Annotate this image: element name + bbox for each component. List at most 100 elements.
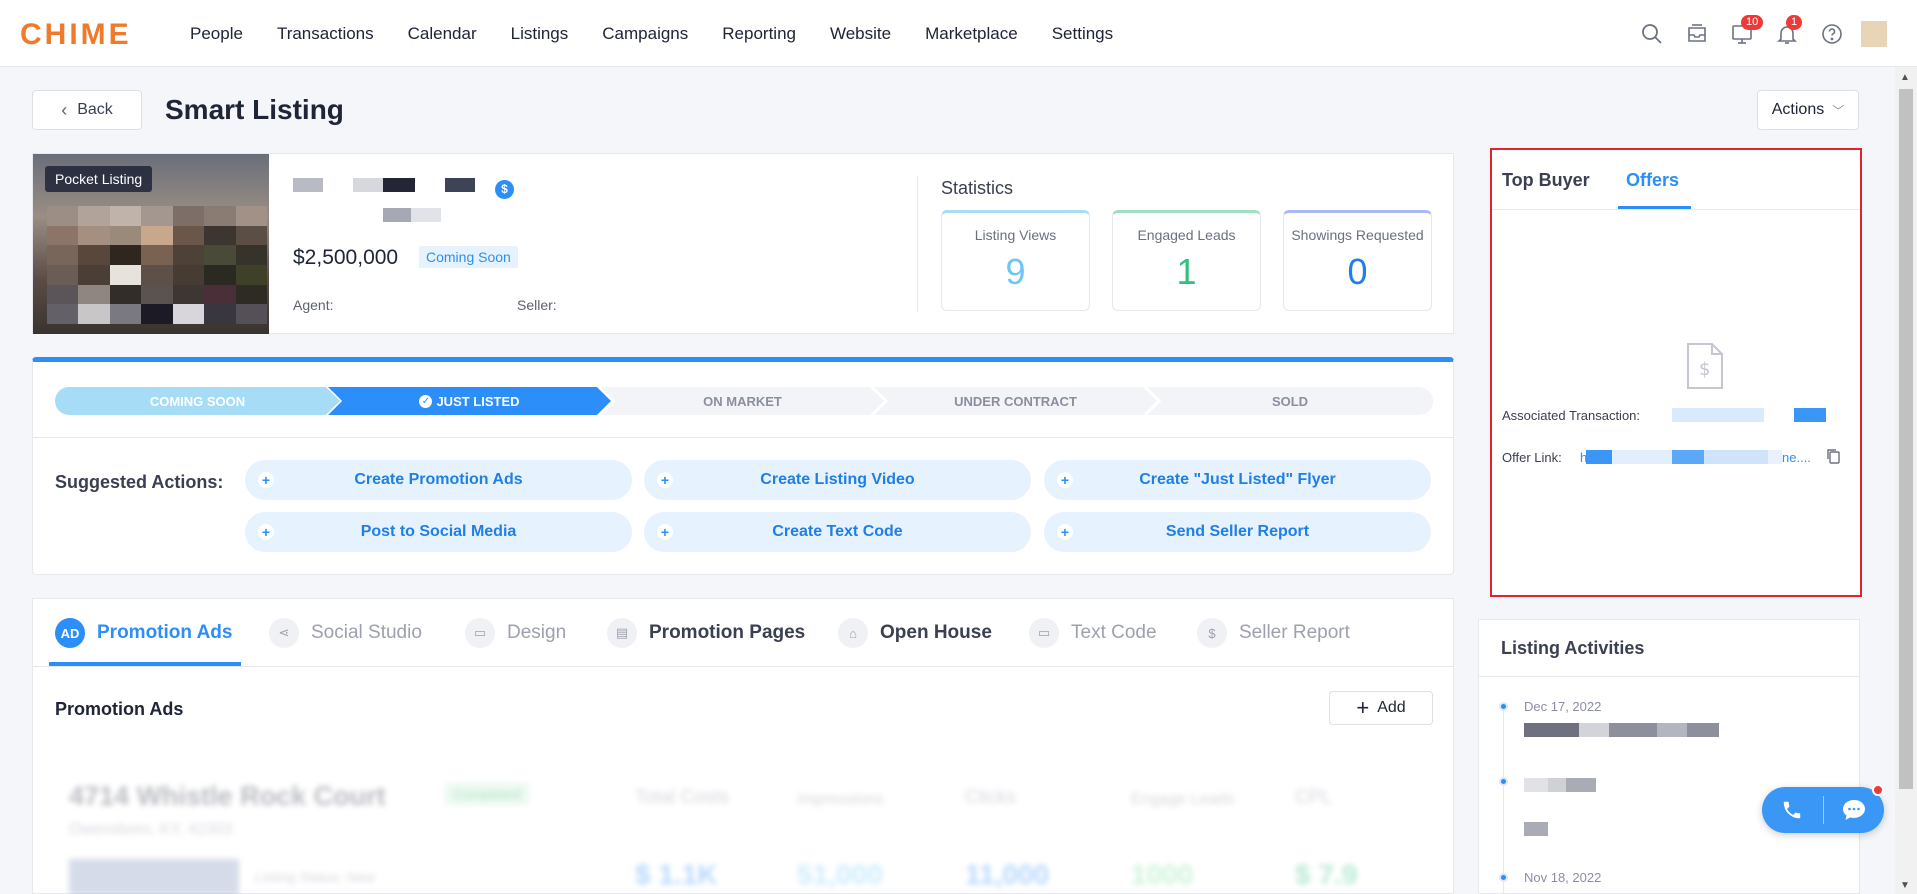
- tab-design[interactable]: ▭ Design: [465, 613, 566, 653]
- scroll-down-arrow[interactable]: ▼: [1900, 880, 1910, 891]
- actions-dropdown[interactable]: Actions ﹀: [1757, 90, 1859, 130]
- actions-label: Actions: [1771, 101, 1825, 118]
- document-dollar-icon: $: [1684, 342, 1726, 395]
- create-just-listed-flyer-button[interactable]: + Create "Just Listed" Flyer: [1044, 460, 1431, 500]
- redacted-transaction[interactable]: [1672, 408, 1764, 422]
- check-icon: ✓: [419, 394, 433, 408]
- tab-seller-report[interactable]: $ Seller Report: [1197, 613, 1350, 653]
- folder-icon: ▭: [465, 618, 495, 648]
- redacted-address: [293, 178, 323, 192]
- stage-just-listed[interactable]: ✓ JUST LISTED: [328, 387, 611, 415]
- tab-label: Open House: [880, 622, 992, 643]
- inbox-icon[interactable]: [1681, 18, 1713, 50]
- create-text-code-button[interactable]: + Create Text Code: [644, 512, 1031, 552]
- page-scrollbar[interactable]: ▲ ▼: [1895, 67, 1917, 894]
- scroll-thumb[interactable]: [1899, 89, 1913, 789]
- nav-calendar[interactable]: Calendar: [408, 24, 477, 44]
- redacted-link: [1612, 450, 1672, 464]
- bell-icon[interactable]: 1: [1771, 15, 1803, 50]
- tab-promotion-ads[interactable]: AD Promotion Ads: [55, 613, 232, 653]
- house-icon: ⌂: [838, 618, 868, 648]
- stage-label: SOLD: [1271, 393, 1309, 409]
- tab-offers[interactable]: Offers: [1626, 170, 1679, 191]
- plus-icon: +: [258, 524, 274, 540]
- col-header: Impressions: [797, 791, 884, 808]
- tab-label: Text Code: [1071, 622, 1157, 643]
- stage-under-contract[interactable]: UNDER CONTRACT: [874, 387, 1157, 415]
- send-seller-report-button[interactable]: + Send Seller Report: [1044, 512, 1431, 552]
- listing-status-text: Listing Status: New: [255, 869, 375, 885]
- listing-photo[interactable]: Pocket Listing: [33, 154, 269, 334]
- activity-date: Dec 17, 2022: [1524, 699, 1602, 714]
- stage-coming-soon[interactable]: COMING SOON: [55, 387, 340, 415]
- redacted-link: [1768, 450, 1782, 464]
- create-promotion-ads-button[interactable]: + Create Promotion Ads: [245, 460, 632, 500]
- redacted-activity: [1657, 723, 1687, 737]
- post-to-social-media-button[interactable]: + Post to Social Media: [245, 512, 632, 552]
- stage-sold[interactable]: SOLD: [1147, 387, 1433, 415]
- suggested-actions-label: Suggested Actions:: [55, 472, 224, 492]
- chevron-left-icon: ‹: [61, 99, 68, 120]
- create-listing-video-button[interactable]: + Create Listing Video: [644, 460, 1031, 500]
- timeline-line: [1503, 706, 1504, 894]
- search-icon[interactable]: [1636, 18, 1668, 50]
- offer-link-suffix[interactable]: ne....: [1782, 450, 1811, 465]
- stage-on-market[interactable]: ON MARKET: [601, 387, 884, 415]
- nav-people[interactable]: People: [190, 24, 243, 44]
- nav-campaigns[interactable]: Campaigns: [602, 24, 688, 44]
- tab-label: Social Studio: [311, 622, 422, 643]
- tab-label: Design: [507, 622, 567, 643]
- nav-settings[interactable]: Settings: [1052, 24, 1113, 44]
- offer-link-label: Offer Link:: [1502, 450, 1562, 465]
- nav-icon-group: 10 1: [1623, 15, 1887, 50]
- offers-panel: Top Buyer Offers $ Associated Transactio…: [1490, 148, 1862, 597]
- stat-listing-views: Listing Views 9: [941, 210, 1090, 311]
- main-menu: People Transactions Calendar Listings Ca…: [190, 0, 1147, 67]
- plus-icon: +: [258, 472, 274, 488]
- redacted-transaction[interactable]: [1794, 408, 1826, 422]
- tasks-icon[interactable]: 10: [1726, 15, 1764, 50]
- tab-top-buyer[interactable]: Top Buyer: [1502, 170, 1590, 191]
- redacted-address: [445, 178, 475, 192]
- ad-address: 4714 Whistle Rock Court: [69, 781, 386, 811]
- divider: [33, 666, 1453, 667]
- stage-progress: COMING SOON ✓ JUST LISTED ON MARKET UNDER…: [55, 387, 1433, 415]
- plus-icon: +: [657, 472, 673, 488]
- report-icon: $: [1197, 618, 1227, 648]
- nav-listings[interactable]: Listings: [511, 24, 569, 44]
- nav-transactions[interactable]: Transactions: [277, 24, 374, 44]
- tab-social-studio[interactable]: ⋖ Social Studio: [269, 613, 422, 653]
- ad-status: Completed: [445, 783, 529, 805]
- phone-icon[interactable]: [1762, 787, 1823, 833]
- plus-icon: +: [1057, 524, 1073, 540]
- divider: [33, 437, 1453, 438]
- page-icon: ▤: [607, 618, 637, 648]
- bell-badge: 1: [1786, 15, 1803, 30]
- tab-text-code[interactable]: ▭ Text Code: [1029, 613, 1157, 653]
- col-value: 51,000: [797, 859, 883, 890]
- nav-marketplace[interactable]: Marketplace: [925, 24, 1018, 44]
- avatar[interactable]: [1861, 21, 1887, 47]
- nav-reporting[interactable]: Reporting: [722, 24, 796, 44]
- timeline-dot: [1499, 702, 1508, 711]
- copy-icon[interactable]: [1826, 448, 1840, 469]
- scroll-up-arrow[interactable]: ▲: [1900, 72, 1910, 83]
- stage-label: COMING SOON: [149, 393, 246, 409]
- col-value: 1000: [1131, 859, 1194, 890]
- button-label: Create Listing Video: [760, 471, 915, 488]
- promotion-ad-row[interactable]: 4714 Whistle Rock Court Completed Owensb…: [45, 759, 1443, 894]
- redacted-activity: [1524, 822, 1548, 836]
- back-button[interactable]: ‹ Back: [32, 90, 142, 130]
- divider: [1492, 209, 1860, 210]
- stage-label: ON MARKET: [703, 393, 782, 409]
- chime-logo[interactable]: CHIME: [20, 18, 132, 52]
- col-header: Engage Leads: [1131, 791, 1235, 808]
- col-value: $ 1.1K: [635, 859, 718, 890]
- nav-website[interactable]: Website: [830, 24, 891, 44]
- tab-promotion-pages[interactable]: ▤ Promotion Pages: [607, 613, 805, 653]
- redacted-activity: [1609, 723, 1657, 737]
- tab-open-house[interactable]: ⌂ Open House: [838, 613, 992, 653]
- add-button[interactable]: + Add: [1329, 691, 1433, 725]
- help-icon[interactable]: [1816, 18, 1848, 50]
- svg-text:$: $: [1699, 359, 1710, 380]
